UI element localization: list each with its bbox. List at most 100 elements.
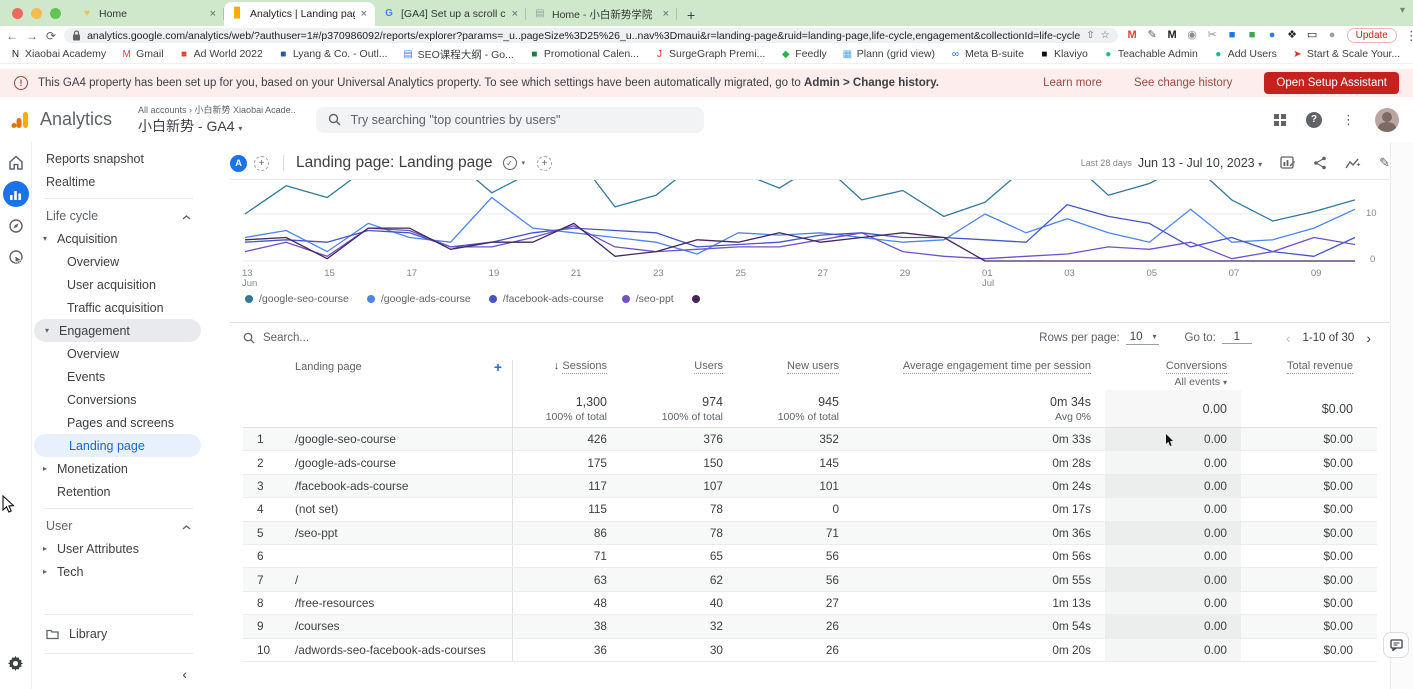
browser-tab[interactable]: G[GA4] Set up a scroll conversi× bbox=[375, 2, 526, 26]
avatar[interactable] bbox=[1375, 108, 1399, 132]
url-bar[interactable]: analytics.google.com/analytics/web/?auth… bbox=[64, 28, 1118, 43]
sidebar-item-tech[interactable]: ▸Tech bbox=[32, 560, 205, 583]
table-row[interactable]: 4(not set)1157800m 17s0.00$0.00 bbox=[243, 498, 1377, 521]
sidebar-item-retention[interactable]: Retention bbox=[32, 480, 205, 503]
bookmark-star-icon[interactable]: ☆ bbox=[1101, 30, 1110, 41]
caret-icon[interactable]: ▾ bbox=[45, 326, 49, 335]
bookmark-item[interactable]: ▤SEO课程大纲 - Go... bbox=[403, 47, 514, 62]
column-users[interactable]: Users bbox=[621, 360, 737, 373]
insights-icon[interactable] bbox=[1345, 157, 1361, 170]
saved-report-check-icon[interactable]: ✓ bbox=[503, 156, 517, 170]
table-search-input[interactable]: Search... bbox=[243, 332, 309, 344]
browser-tab[interactable]: ♥Home× bbox=[73, 2, 224, 26]
edit-report-icon[interactable]: ✎ bbox=[1379, 155, 1390, 171]
legend-item[interactable]: /google-seo-course bbox=[245, 293, 349, 305]
minimize-window-button[interactable] bbox=[31, 8, 42, 19]
table-row[interactable]: 2/google-ads-course1751501450m 28s0.00$0… bbox=[243, 451, 1377, 474]
bookmark-item[interactable]: ■Promotional Calen... bbox=[529, 48, 639, 60]
column-avg-engagement[interactable]: Average engagement time per session bbox=[853, 360, 1105, 373]
profile-ext-icon[interactable]: ● bbox=[1326, 29, 1339, 42]
add-comparison-icon[interactable]: + bbox=[254, 156, 269, 171]
tab-strip-chevron-icon[interactable]: ▾ bbox=[1400, 5, 1405, 16]
bookmark-item[interactable]: JSurgeGraph Premi... bbox=[654, 48, 765, 60]
sidebar-item-user-attributes[interactable]: ▸User Attributes bbox=[32, 537, 205, 560]
bookmark-item[interactable]: ▦Plann (grid view) bbox=[842, 48, 935, 60]
sessions-line-chart[interactable]: 10 0 bbox=[230, 180, 1390, 268]
medium-ext-icon[interactable]: M bbox=[1166, 29, 1179, 42]
conversions-event-filter[interactable]: All events ▾ bbox=[1105, 376, 1227, 389]
sidebar-item-overview[interactable]: Overview bbox=[32, 342, 205, 365]
table-row[interactable]: 3/facebook-ads-course1171071010m 24s0.00… bbox=[243, 475, 1377, 498]
table-row[interactable]: 67165560m 56s0.00$0.00 bbox=[243, 545, 1377, 568]
sidebar-item-engagement[interactable]: ▾Engagement bbox=[34, 319, 201, 342]
sidebar-item-overview[interactable]: Overview bbox=[32, 250, 205, 273]
legend-item[interactable]: /facebook-ads-course bbox=[489, 293, 604, 305]
explore-nav-icon[interactable] bbox=[4, 214, 28, 238]
table-row[interactable]: 7/6362560m 55s0.00$0.00 bbox=[243, 568, 1377, 591]
see-change-history-link[interactable]: See change history bbox=[1134, 77, 1232, 89]
chrome-update-button[interactable]: Update bbox=[1347, 28, 1397, 43]
browser-tab[interactable]: ▊Analytics | Landing page: Land× bbox=[224, 2, 375, 26]
close-tab-icon[interactable]: × bbox=[512, 8, 518, 20]
column-total-revenue[interactable]: Total revenue bbox=[1241, 360, 1377, 373]
table-row[interactable]: 9/courses3832260m 54s0.00$0.00 bbox=[243, 615, 1377, 638]
chevron-up-icon[interactable] bbox=[182, 209, 191, 223]
sidebar-item-events[interactable]: Events bbox=[32, 365, 205, 388]
legend-item[interactable]: /seo-ppt bbox=[622, 293, 674, 305]
sidebar-item-library[interactable]: Library bbox=[32, 620, 205, 648]
caret-icon[interactable]: ▸ bbox=[43, 567, 47, 576]
column-landing-page[interactable]: Landing page bbox=[295, 361, 362, 374]
property-switcher[interactable]: All accounts › 小白新势 Xiaobai Acade.. 小白新势… bbox=[138, 103, 296, 136]
comparison-chip[interactable]: A bbox=[230, 155, 247, 172]
close-tab-icon[interactable]: × bbox=[663, 8, 669, 20]
add-report-icon[interactable]: + bbox=[537, 156, 552, 171]
globe-ext-icon[interactable]: ● bbox=[1266, 29, 1279, 42]
reports-nav-icon[interactable] bbox=[3, 181, 29, 207]
help-icon[interactable]: ? bbox=[1306, 112, 1322, 128]
window-ext-icon[interactable]: ▭ bbox=[1306, 29, 1319, 42]
feedback-button[interactable] bbox=[1383, 632, 1409, 658]
advertising-nav-icon[interactable] bbox=[4, 245, 28, 269]
sidebar-item-realtime[interactable]: Realtime bbox=[32, 170, 205, 193]
sidebar-item-landing-page[interactable]: Landing page bbox=[34, 434, 201, 457]
sidebar-item-pages-and-screens[interactable]: Pages and screens bbox=[32, 411, 205, 434]
legend-item[interactable]: /google-ads-course bbox=[367, 293, 471, 305]
column-new-users[interactable]: New users bbox=[737, 360, 853, 373]
search-input[interactable]: Try searching "top countries by users" bbox=[316, 107, 704, 133]
bookmark-item[interactable]: NXiaobai Academy bbox=[10, 48, 106, 60]
blue-ext-icon[interactable]: ■ bbox=[1226, 29, 1239, 42]
column-conversions[interactable]: ConversionsAll events ▾ bbox=[1105, 360, 1241, 389]
bookmark-item[interactable]: ◆Feedly bbox=[780, 48, 827, 60]
share-report-icon[interactable] bbox=[1313, 156, 1327, 170]
bookmark-item[interactable]: MGmail bbox=[121, 48, 163, 60]
clipper-ext-icon[interactable]: ✂ bbox=[1206, 29, 1219, 42]
sidebar-item-monetization[interactable]: ▸Monetization bbox=[32, 457, 205, 480]
close-tab-icon[interactable]: × bbox=[361, 8, 367, 20]
legend-item[interactable] bbox=[692, 295, 700, 303]
table-row[interactable]: 10/adwords-seo-facebook-ads-courses36302… bbox=[243, 639, 1377, 662]
zoom-window-button[interactable] bbox=[50, 8, 61, 19]
sidebar-item-life-cycle[interactable]: Life cycle bbox=[32, 204, 205, 227]
header-menu-icon[interactable]: ⋮ bbox=[1342, 112, 1355, 128]
gmail-ext-icon[interactable]: M bbox=[1126, 29, 1139, 42]
bookmark-item[interactable]: ●Teachable Admin bbox=[1103, 48, 1198, 60]
open-setup-assistant-button[interactable]: Open Setup Assistant bbox=[1264, 72, 1399, 94]
camera-ext-icon[interactable]: ◉ bbox=[1186, 29, 1199, 42]
home-nav-icon[interactable] bbox=[4, 150, 28, 174]
new-tab-button[interactable]: + bbox=[677, 7, 705, 26]
bookmark-item[interactable]: ●Add Users bbox=[1213, 48, 1277, 60]
bookmark-item[interactable]: ∞Meta B-suite bbox=[950, 48, 1024, 60]
caret-icon[interactable]: ▾ bbox=[43, 234, 47, 243]
customize-report-icon[interactable] bbox=[1280, 156, 1295, 170]
puzzle-ext-icon[interactable]: ❖ bbox=[1286, 29, 1299, 42]
forward-button[interactable]: → bbox=[26, 29, 38, 43]
sidebar-item-user-acquisition[interactable]: User acquisition bbox=[32, 273, 205, 296]
browser-tab[interactable]: ▤Home - 小白新势学院× bbox=[526, 2, 677, 26]
report-title-caret-icon[interactable]: ▾ bbox=[522, 159, 526, 167]
apps-grid-icon[interactable] bbox=[1274, 114, 1286, 126]
pen-ext-icon[interactable]: ✎ bbox=[1146, 29, 1159, 42]
reload-button[interactable]: ⟳ bbox=[46, 29, 56, 43]
admin-gear-icon[interactable] bbox=[4, 651, 28, 675]
analytics-logo-icon[interactable] bbox=[10, 109, 32, 131]
sidebar-item-user[interactable]: User bbox=[32, 514, 205, 537]
